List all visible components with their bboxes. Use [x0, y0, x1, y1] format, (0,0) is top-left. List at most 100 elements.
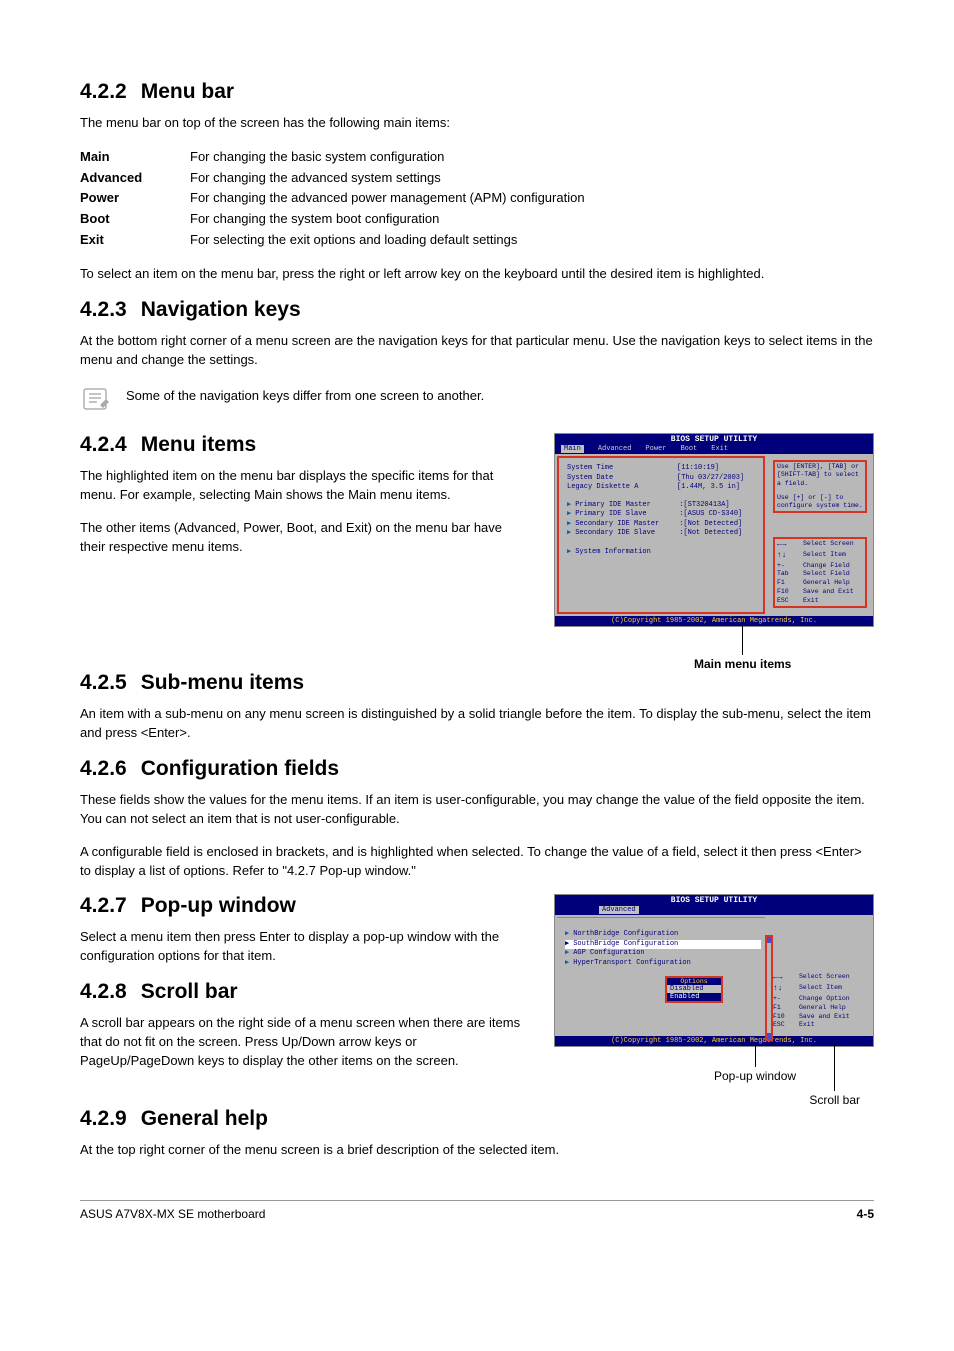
bios-help-panel: ←→Select Screen ↑↓Select Item +-Change O…	[767, 915, 873, 1036]
bios-value[interactable]: [11:10:19]	[677, 464, 719, 473]
section-number: 4.2.8	[80, 980, 127, 1003]
section-title-text: Scroll bar	[141, 980, 238, 1003]
bios-label: Primary IDE Master	[575, 501, 679, 510]
section-title-text: Sub-menu items	[141, 671, 304, 694]
navkey-key: F1	[773, 1004, 795, 1013]
callout-menu-items: Main menu items	[694, 625, 791, 671]
genhelp-para: At the top right corner of the menu scre…	[80, 1141, 874, 1160]
triangle-icon: ▶	[567, 520, 571, 529]
bios-submenu-row[interactable]: ▶AGP Configuration	[565, 949, 761, 958]
bios-help1: Use [ENTER], [TAB] or [SHIFT-TAB] to sel…	[777, 463, 863, 487]
navkey-key: ESC	[777, 597, 799, 606]
bios-screenshot-main: BIOS SETUP UTILITY Main Advanced Power B…	[554, 433, 874, 627]
bios-value[interactable]: [1.44M, 3.5 in]	[677, 483, 740, 492]
section-number: 4.2.2	[80, 80, 127, 103]
bios-label: System Time	[567, 464, 677, 473]
section-title-text: Configuration fields	[141, 757, 339, 780]
bios-row: System Time[11:10:19]	[567, 464, 759, 473]
table-row: BootFor changing the system boot configu…	[80, 209, 585, 230]
callout-label: Main menu items	[694, 657, 791, 671]
bios-tab-boot[interactable]: Boot	[680, 445, 697, 453]
bios-tab-advanced[interactable]: Advanced	[598, 445, 632, 453]
menu-name: Boot	[80, 209, 190, 230]
bios-label: NorthBridge Configuration	[573, 930, 678, 939]
bios-submenu-row[interactable]: ▶ NorthBridge Configuration	[565, 930, 761, 939]
callout-label: Scroll bar	[809, 1093, 860, 1107]
bios-popup-option[interactable]: Enabled	[667, 993, 721, 1001]
bios-tab-advanced[interactable]: Advanced	[599, 906, 639, 914]
navkey-text: Select Field	[803, 570, 850, 579]
navkey-text: General Help	[803, 579, 850, 588]
navkey-text: Change Option	[799, 995, 850, 1004]
bios-value: :[ASUS CD-S340]	[679, 510, 742, 519]
footer-left: ASUS A7V8X-MX SE motherboard	[80, 1207, 265, 1221]
bios-label: Secondary IDE Slave	[575, 529, 679, 538]
bios-label: System Information	[575, 548, 651, 557]
bios-tab-power[interactable]: Power	[645, 445, 666, 453]
bios-tab-main[interactable]: Main	[561, 445, 584, 453]
navkey-text: Select Screen	[799, 973, 850, 984]
menubar-after: To select an item on the menu bar, press…	[80, 265, 874, 284]
bios-scrollbar[interactable]	[765, 935, 773, 1041]
section-number: 4.2.7	[80, 894, 127, 917]
bios-value: :[ST320413A]	[679, 501, 729, 510]
callout-label: Pop-up window	[714, 1069, 796, 1083]
submenu-para: An item with a sub-menu on any menu scre…	[80, 705, 874, 743]
bios-submenu-row[interactable]: ▶System Information	[567, 548, 759, 557]
bios-row: Legacy Diskette A[1.44M, 3.5 in]	[567, 483, 759, 492]
callout-popup: Pop-up window	[714, 1043, 796, 1107]
bios-submenu-row[interactable]: ▶Primary IDE Slave:[ASUS CD-S340]	[567, 510, 759, 519]
navkey-text: Select Screen	[803, 540, 854, 551]
note-icon	[80, 383, 112, 415]
menu-desc: For changing the system boot configurati…	[190, 209, 585, 230]
navkey-key: +-	[777, 562, 799, 571]
bios-submenu-row-selected[interactable]: ▶SouthBridge Configuration	[565, 940, 761, 949]
navkey-key: +-	[773, 995, 795, 1004]
bios-submenu-row[interactable]: ▶Secondary IDE Master:[Not Detected]	[567, 520, 759, 529]
bios-figure-1: BIOS SETUP UTILITY Main Advanced Power B…	[554, 433, 874, 671]
menuitems-para2: The other items (Advanced, Power, Boot, …	[80, 519, 530, 557]
bios-label: Secondary IDE Master	[575, 520, 679, 529]
bios-label: System Date	[567, 474, 677, 483]
bios-figure-2: BIOS SETUP UTILITY Advanced ▶NorthBridge…	[554, 894, 874, 1107]
navkeys-para1: At the bottom right corner of a menu scr…	[80, 332, 874, 370]
menubar-intro: The menu bar on top of the screen has th…	[80, 114, 874, 133]
heading-4-2-9: 4.2.9General help	[80, 1107, 874, 1131]
menu-name: Exit	[80, 230, 190, 251]
bios-value: :[Not Detected]	[679, 529, 742, 538]
section-number: 4.2.5	[80, 671, 127, 694]
menu-name: Main	[80, 147, 190, 168]
navkey-text: Change Field	[803, 562, 850, 571]
navkey-text: Exit	[799, 1021, 815, 1030]
bios-label: HyperTransport Configuration	[573, 959, 691, 968]
bios-tab-exit[interactable]: Exit	[711, 445, 728, 453]
triangle-icon: ▶	[565, 930, 569, 939]
bios-label: Legacy Diskette A	[567, 483, 677, 492]
bios-main-panel: System Time[11:10:19] System Date[Thu 03…	[557, 456, 765, 614]
triangle-icon: ▶	[565, 949, 569, 958]
footer-right: 4-5	[857, 1207, 874, 1221]
bios-label: Primary IDE Slave	[575, 510, 679, 519]
scrollbar-para: A scroll bar appears on the right side o…	[80, 1014, 530, 1071]
section-title-text: Menu items	[141, 433, 257, 456]
table-row: PowerFor changing the advanced power man…	[80, 188, 585, 209]
note-block: Some of the navigation keys differ from …	[80, 383, 874, 415]
navkey-text: General Help	[799, 1004, 846, 1013]
navkey-text: Select Item	[803, 551, 846, 562]
bios-submenu-row[interactable]: ▶Secondary IDE Slave:[Not Detected]	[567, 529, 759, 538]
navkey-key: F10	[773, 1013, 795, 1022]
bios-popup-option-selected[interactable]: Disabled	[667, 985, 721, 993]
table-row: ExitFor selecting the exit options and l…	[80, 230, 585, 251]
bios-submenu-row[interactable]: ▶Primary IDE Master:[ST320413A]	[567, 501, 759, 510]
navkey-text: Save and Exit	[803, 588, 854, 597]
bios-menubar: Main Advanced Power Boot Exit	[555, 445, 873, 454]
triangle-icon: ▶	[565, 959, 569, 968]
navkey-text: Select Item	[799, 984, 842, 995]
bios-value[interactable]: [Thu 03/27/2003]	[677, 474, 744, 483]
bios-help2: Use [+] or [-] to configure system time.	[777, 494, 863, 510]
bios-screenshot-advanced: BIOS SETUP UTILITY Advanced ▶NorthBridge…	[554, 894, 874, 1047]
bios-submenu-row[interactable]: ▶ HyperTransport Configuration	[565, 959, 761, 968]
navkey-key: ↑↓	[773, 984, 795, 995]
triangle-icon: ▶	[565, 940, 569, 949]
page-footer: ASUS A7V8X-MX SE motherboard 4-5	[80, 1200, 874, 1221]
